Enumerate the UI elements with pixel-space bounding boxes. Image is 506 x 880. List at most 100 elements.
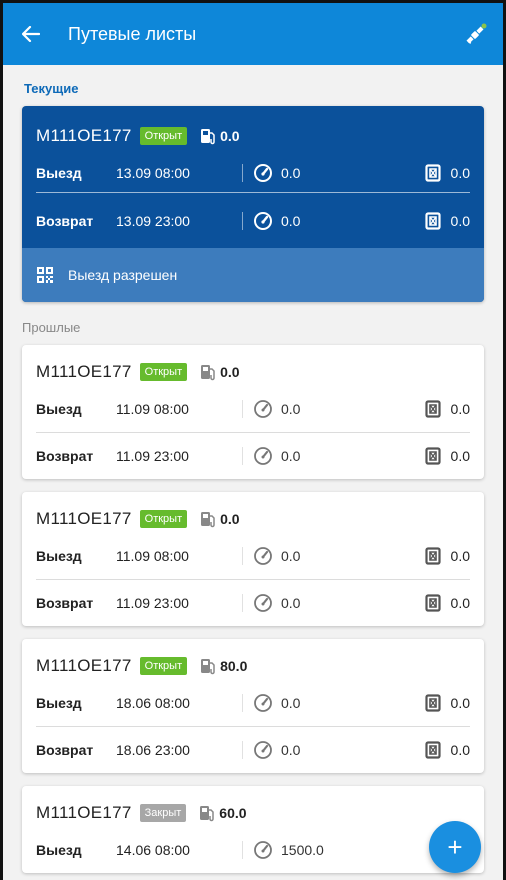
- return-row: Возврат 11.09 23:00 0.0 0.0: [22, 433, 484, 479]
- fuel-canister-icon: [424, 694, 441, 712]
- row-label: Выезд: [36, 695, 82, 711]
- row-datetime: 11.09 08:00: [116, 548, 189, 564]
- vehicle-plate: М111ОЕ177: [36, 509, 132, 528]
- status-badge: Закрыт: [139, 804, 187, 822]
- status-badge: Открыт: [139, 363, 188, 381]
- row-label: Возврат: [36, 595, 94, 611]
- vehicle-plate: М111ОЕ177: [36, 126, 132, 145]
- add-waybill-button[interactable]: +: [429, 821, 481, 873]
- speedometer-icon: [254, 694, 272, 712]
- odometer-value: 0.0: [281, 165, 301, 181]
- fuel-value: 0.0: [220, 511, 240, 527]
- odometer-value: 0.0: [281, 448, 301, 464]
- section-past-title: Прошлые: [22, 320, 81, 335]
- row-datetime: 13.09 23:00: [116, 212, 190, 229]
- departure-row: Выезд 13.09 08:00 0.0 0.0: [22, 154, 484, 192]
- fuel-value: 60.0: [219, 805, 247, 821]
- odometer: 0.0: [242, 163, 412, 183]
- odometer: 0.0: [242, 693, 412, 713]
- odometer-value: 0.0: [281, 595, 301, 611]
- row-datetime: 11.09 23:00: [116, 595, 189, 611]
- fuel-level: 0.0: [412, 211, 470, 230]
- return-row: Возврат 13.09 23:00 0.0 0.0: [22, 193, 484, 248]
- satellite-icon[interactable]: [463, 23, 487, 47]
- odometer: 0.0: [242, 399, 412, 419]
- page-title: Путевые листы: [68, 23, 197, 44]
- departure-row: Выезд 18.06 08:00 0.0 0.0: [22, 680, 484, 726]
- fuel-canister-icon: [424, 594, 441, 612]
- departure-row: Выезд 11.09 08:00 0.0 0.0: [22, 533, 484, 579]
- odometer-value: 0.0: [281, 212, 301, 229]
- fuel-pump-icon: [200, 806, 215, 822]
- current-waybill-card[interactable]: М111ОЕ177 Открыт 0.0 Выезд 13.09 08:00 0…: [22, 106, 484, 302]
- past-waybills-list: М111ОЕ177 Открыт 0.0 Выезд 11.09 08:00 0…: [22, 345, 484, 873]
- speedometer-icon: [254, 400, 272, 418]
- row-label: Выезд: [36, 548, 82, 564]
- vehicle-plate: М111ОЕ177: [36, 803, 132, 822]
- fuel-summary: 0.0: [199, 510, 240, 528]
- card-header: М111ОЕ177 Закрыт 60.0: [22, 786, 484, 827]
- speedometer-icon: [254, 447, 272, 465]
- past-waybill-card[interactable]: М111ОЕ177 Открыт 0.0 Выезд 11.09 08:00 0…: [22, 345, 484, 479]
- fuel-value: 80.0: [220, 658, 248, 674]
- fuel-canister-icon: [424, 400, 441, 418]
- fuel-summary: 80.0: [199, 657, 247, 675]
- speedometer-icon: [254, 841, 272, 859]
- row-label: Выезд: [36, 401, 82, 417]
- fuel-summary: 60.0: [198, 804, 247, 822]
- fuel-level: 0.0: [412, 400, 470, 418]
- odometer-value: 0.0: [281, 548, 301, 564]
- card-header: М111ОЕ177 Открыт 80.0: [22, 639, 484, 680]
- status-badge: Открыт: [139, 127, 188, 145]
- vehicle-plate: М111ОЕ177: [36, 362, 132, 381]
- plus-icon: +: [447, 831, 463, 862]
- speedometer-icon: [254, 594, 272, 612]
- odometer: 0.0: [242, 546, 412, 566]
- fuel-level-value: 0.0: [450, 595, 470, 611]
- fuel-level: 0.0: [412, 594, 470, 612]
- vehicle-plate: М111ОЕ177: [36, 656, 132, 675]
- fuel-level: 0.0: [412, 164, 470, 182]
- fuel-level-value: 0.0: [450, 212, 470, 229]
- row-datetime: 18.06 23:00: [116, 742, 190, 758]
- fuel-level-value: 0.0: [450, 401, 470, 417]
- past-waybill-card[interactable]: М111ОЕ177 Открыт 80.0 Выезд 18.06 08:00 …: [22, 639, 484, 773]
- back-arrow-icon[interactable]: [19, 22, 43, 46]
- card-header: М111ОЕ177 Открыт 0.0: [22, 492, 484, 533]
- row-label: Возврат: [36, 742, 94, 758]
- fuel-pump-icon: [201, 659, 215, 675]
- fuel-pump-icon: [201, 512, 215, 528]
- row-label: Выезд: [36, 165, 82, 181]
- odometer-value: 0.0: [281, 742, 301, 758]
- status-badge: Открыт: [139, 657, 188, 675]
- odometer-value: 0.0: [281, 401, 301, 417]
- fuel-canister-icon: [424, 741, 441, 759]
- row-datetime: 14.06 08:00: [116, 842, 190, 858]
- odometer: 0.0: [242, 593, 412, 613]
- odometer: 0.0: [242, 740, 412, 760]
- past-waybill-card[interactable]: М111ОЕ177 Открыт 0.0 Выезд 11.09 08:00 0…: [22, 492, 484, 626]
- odometer: 0.0: [242, 446, 412, 466]
- fuel-canister-icon: [424, 547, 441, 565]
- speedometer-icon: [254, 547, 272, 565]
- fuel-canister-icon: [424, 211, 441, 230]
- past-waybill-card[interactable]: М111ОЕ177 Закрыт 60.0 Выезд 14.06 08:00 …: [22, 786, 484, 873]
- fuel-level-value: 0.0: [450, 165, 470, 181]
- return-row: Возврат 11.09 23:00 0.0 0.0: [22, 580, 484, 626]
- fuel-level: 0.0: [412, 447, 470, 465]
- fuel-pump-icon: [201, 129, 215, 145]
- speedometer-icon: [254, 211, 272, 230]
- fuel-canister-icon: [424, 164, 441, 182]
- row-datetime: 18.06 08:00: [116, 695, 190, 711]
- fuel-level-value: 0.0: [450, 695, 470, 711]
- speedometer-icon: [254, 741, 272, 759]
- row-datetime: 11.09 08:00: [116, 401, 189, 417]
- fuel-level: 0.0: [412, 741, 470, 759]
- qr-code-icon: [37, 267, 53, 283]
- fuel-level-value: 0.0: [450, 742, 470, 758]
- row-label: Возврат: [36, 212, 94, 229]
- departure-allowed-bar[interactable]: Выезд разрешен: [22, 248, 484, 302]
- card-header: М111ОЕ177 Открыт 0.0: [22, 345, 484, 386]
- fuel-level-value: 0.0: [450, 448, 470, 464]
- odometer: 0.0: [242, 211, 412, 231]
